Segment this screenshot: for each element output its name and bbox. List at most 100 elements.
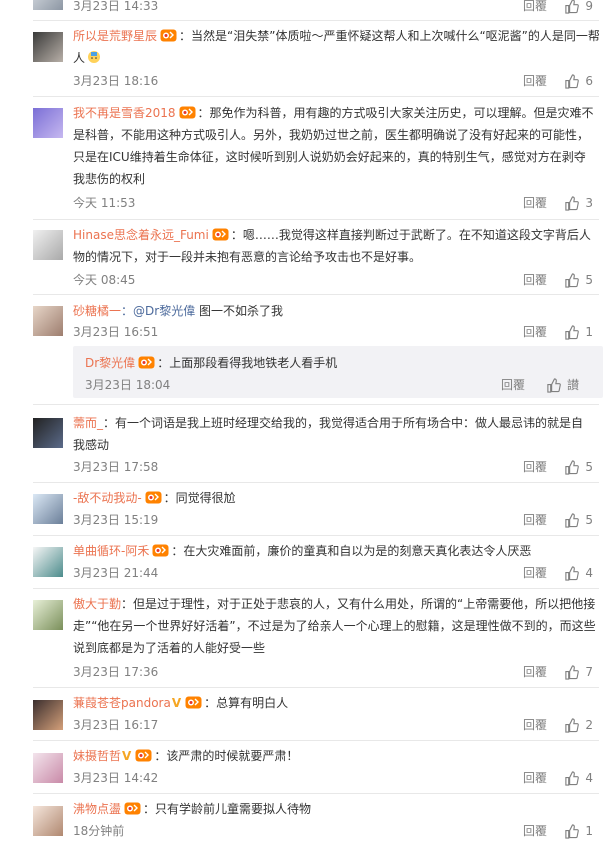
divider	[33, 535, 599, 536]
comment-body: 人	[73, 51, 86, 65]
like-button[interactable]: 1	[564, 821, 593, 841]
comment-body: ：只有学龄前儿童需要拟人待物	[143, 802, 312, 816]
thumb-up-icon	[565, 195, 580, 211]
divider	[33, 687, 599, 688]
avatar[interactable]	[33, 494, 63, 524]
comment-body: 图一不如杀了我	[195, 304, 284, 318]
like-count: 5	[585, 513, 593, 527]
comment-body: ：该严肃的时候就要严肃！	[154, 749, 299, 763]
avatar[interactable]	[33, 700, 63, 730]
comment-meta: 今天 08:45 回覆 5	[73, 270, 599, 290]
weibo-member-badge-icon	[160, 27, 177, 42]
like-button[interactable]: 3	[564, 193, 593, 213]
like-count: 4	[585, 566, 593, 580]
reply-button[interactable]: 回覆	[523, 322, 547, 342]
like-button[interactable]: 5	[564, 457, 593, 477]
comment-body: ：上面那段看得我地铁老人看手机	[157, 356, 338, 370]
avatar[interactable]	[33, 230, 63, 260]
username[interactable]: 我不再是雪香2018	[73, 106, 176, 120]
username[interactable]: 砂糖橘一	[73, 304, 121, 318]
reply-button[interactable]: 回覆	[523, 457, 547, 477]
divider	[33, 588, 599, 589]
thumb-up-icon	[565, 717, 580, 733]
emoji-icon	[87, 49, 101, 63]
avatar[interactable]	[33, 418, 63, 448]
like-button[interactable]: 4	[564, 563, 593, 583]
reply-button[interactable]: 回覆	[523, 0, 547, 16]
like-button[interactable]: 5	[564, 270, 593, 290]
comment-meta: 3月23日 18:16 回覆 6	[73, 71, 599, 91]
comment-text: 砂糖橘一：@Dr黎光偉 图一不如杀了我	[73, 300, 599, 322]
username[interactable]: 妹摄哲哲	[73, 749, 121, 763]
username[interactable]: 所以是荒野星辰	[73, 29, 157, 43]
mention-link[interactable]: ：@Dr黎光偉	[121, 304, 195, 318]
comment-body: ：同觉得很尬	[163, 491, 236, 505]
weibo-member-badge-icon	[124, 800, 141, 815]
like-count: 1	[585, 325, 593, 339]
like-button[interactable]: 7	[564, 662, 593, 682]
avatar[interactable]	[33, 108, 63, 138]
thumb-up-icon	[565, 770, 580, 786]
like-count: 6	[585, 74, 593, 88]
username[interactable]: Hinase思念着永远_Fumi	[73, 228, 209, 242]
nested-reply-text: Dr黎光偉 ：上面那段看得我地铁老人看手机	[85, 352, 585, 374]
comment-body: ：但是过于理性，对于正处于悲哀的人，又有什么用处，所谓的“上帝需要他，所以把他接	[121, 597, 596, 611]
reply-button[interactable]: 回覆	[523, 821, 547, 841]
username[interactable]: 蒹葭苍苍pandora	[73, 696, 171, 710]
like-button[interactable]: 2	[564, 715, 593, 735]
like-count: 1	[585, 824, 593, 838]
thumb-up-icon	[565, 512, 580, 528]
avatar[interactable]	[33, 547, 63, 577]
thumb-up-icon	[565, 324, 580, 340]
like-button[interactable]: 4	[564, 768, 593, 788]
like-button[interactable]: 讃	[546, 375, 579, 395]
weibo-member-badge-icon	[145, 489, 162, 504]
comment-text: -敌不动我动- ：同觉得很尬	[73, 487, 599, 509]
weibo-member-badge-icon	[185, 694, 202, 709]
username[interactable]: Dr黎光偉	[85, 356, 135, 370]
reply-button[interactable]: 回覆	[523, 510, 547, 530]
like-count: 5	[585, 273, 593, 287]
reply-button[interactable]: 回覆	[523, 270, 547, 290]
comment-meta: 3月23日 14:42 回覆 4	[73, 768, 599, 788]
username[interactable]: 沸物点盪	[73, 802, 121, 816]
comment-time: 3月23日 14:42	[73, 771, 159, 785]
comment-text-cont: 说到底都是为了活着的人能好受一些	[73, 641, 266, 655]
avatar[interactable]	[33, 600, 63, 630]
like-button[interactable]: 6	[564, 71, 593, 91]
username[interactable]: 傲大于勤	[73, 597, 121, 611]
divider	[33, 219, 599, 220]
comment-time: 3月23日 14:33	[73, 0, 159, 13]
like-count: 4	[585, 771, 593, 785]
username[interactable]: -敌不动我动-	[73, 491, 142, 505]
thumb-up-icon	[565, 823, 580, 839]
avatar[interactable]	[33, 306, 63, 336]
reply-button[interactable]: 回覆	[523, 563, 547, 583]
reply-button[interactable]: 回覆	[523, 715, 547, 735]
username[interactable]: 薷而_	[73, 416, 103, 430]
comment-time: 3月23日 18:04	[85, 378, 171, 392]
avatar[interactable]	[33, 806, 63, 836]
reply-button[interactable]: 回覆	[523, 662, 547, 682]
username[interactable]: 单曲循环-阿禾	[73, 544, 149, 558]
comment-time: 今天 11:53	[73, 196, 136, 210]
reply-button[interactable]: 回覆	[501, 375, 525, 395]
avatar[interactable]	[33, 32, 63, 62]
comment-text-cont: 我悲伤的权利	[73, 172, 146, 186]
v-badge-icon: V	[122, 749, 132, 763]
reply-button[interactable]: 回覆	[523, 768, 547, 788]
like-count: 2	[585, 718, 593, 732]
comment-text: 单曲循环-阿禾 ：在大灾难面前，廉价的童真和自以为是的刻意天真化表达令人厌恶	[73, 540, 599, 562]
avatar[interactable]	[33, 0, 63, 10]
avatar[interactable]	[33, 753, 63, 783]
reply-button[interactable]: 回覆	[523, 193, 547, 213]
comment-time: 3月23日 17:58	[73, 460, 159, 474]
comment-time: 3月23日 17:36	[73, 665, 159, 679]
reply-button[interactable]: 回覆	[523, 71, 547, 91]
comment-meta: 3月23日 15:19 回覆 5	[73, 510, 599, 530]
like-button[interactable]: 5	[564, 510, 593, 530]
like-count: 讃	[566, 378, 579, 392]
like-button[interactable]: 1	[564, 322, 593, 342]
comment-body: ：那免作为科普，用有趣的方式吸引大家关注历史，可以理解。但是灾难不	[197, 106, 594, 120]
like-button[interactable]: 9	[564, 0, 593, 16]
